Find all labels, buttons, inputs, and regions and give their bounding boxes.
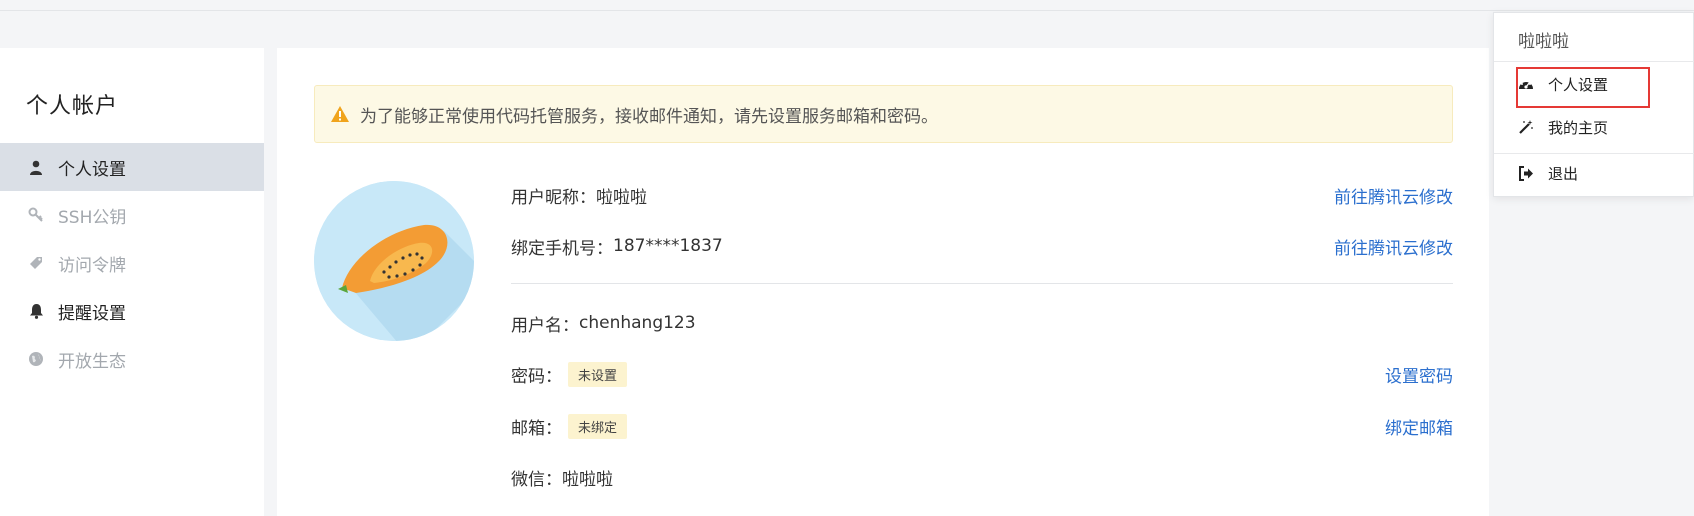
username-value: chenhang123 xyxy=(579,313,696,333)
dropdown-item-label: 我的主页 xyxy=(1548,118,1609,137)
sidebar-title: 个人帐户 xyxy=(26,94,119,119)
username-row: 用户名： chenhang123 xyxy=(511,308,1453,338)
password-row: 密码： 未设置 设置密码 xyxy=(511,359,1453,389)
email-status-badge: 未绑定 xyxy=(568,413,628,439)
top-bar xyxy=(0,0,1694,11)
sidebar-item-label: SSH公钥 xyxy=(58,207,127,228)
user-icon xyxy=(28,159,44,175)
key-icon xyxy=(28,207,44,223)
sidebar-item-label: 开放生态 xyxy=(58,351,126,372)
username-label: 用户名： xyxy=(511,315,579,336)
sidebar-item-notification-settings[interactable]: 提醒设置 xyxy=(0,287,264,335)
bind-email-link[interactable]: 绑定邮箱 xyxy=(1385,414,1453,439)
set-password-link[interactable]: 设置密码 xyxy=(1385,362,1453,387)
sidebar: 个人帐户 个人设置 SSH公钥 访问令牌 提醒设置 开放生态 xyxy=(0,48,264,516)
nickname-row: 用户昵称： 啦啦啦 前往腾讯云修改 xyxy=(511,180,1453,210)
phone-value: 187****1837 xyxy=(613,236,723,256)
email-label: 邮箱： xyxy=(511,418,562,439)
sidebar-item-personal-settings[interactable]: 个人设置 xyxy=(0,143,264,191)
edit-phone-link[interactable]: 前往腾讯云修改 xyxy=(1334,234,1453,259)
sidebar-item-ssh-keys[interactable]: SSH公钥 xyxy=(0,191,264,239)
sidebar-item-label: 个人设置 xyxy=(58,159,126,180)
wechat-row: 微信： 啦啦啦 xyxy=(511,462,1453,492)
dropdown-divider xyxy=(1494,61,1694,62)
wechat-label: 微信： xyxy=(511,469,562,490)
wechat-value: 啦啦啦 xyxy=(562,469,613,490)
dropdown-username: 啦啦啦 xyxy=(1518,32,1569,52)
highlight-annotation-box xyxy=(1516,67,1650,108)
globe-icon xyxy=(28,351,44,367)
sidebar-item-access-tokens[interactable]: 访问令牌 xyxy=(0,239,264,287)
tag-icon xyxy=(28,255,44,271)
avatar[interactable] xyxy=(314,181,474,341)
papaya-avatar xyxy=(314,181,474,341)
warning-icon xyxy=(330,105,350,123)
phone-label: 绑定手机号： xyxy=(511,238,613,259)
dropdown-divider xyxy=(1494,153,1694,154)
bell-icon xyxy=(28,303,44,319)
alert-text: 为了能够正常使用代码托管服务，接收邮件通知，请先设置服务邮箱和密码。 xyxy=(360,106,938,127)
password-status-badge: 未设置 xyxy=(568,361,628,387)
sidebar-item-label: 提醒设置 xyxy=(58,303,126,324)
dropdown-item-label: 退出 xyxy=(1548,164,1579,183)
email-row: 邮箱： 未绑定 绑定邮箱 xyxy=(511,411,1453,441)
warning-alert: 为了能够正常使用代码托管服务，接收邮件通知，请先设置服务邮箱和密码。 xyxy=(314,85,1453,143)
main-panel: 为了能够正常使用代码托管服务，接收邮件通知，请先设置服务邮箱和密码。 用户昵称：… xyxy=(277,48,1489,516)
nickname-label: 用户昵称： xyxy=(511,187,596,208)
phone-row: 绑定手机号： 187****1837 前往腾讯云修改 xyxy=(511,231,1453,261)
edit-nickname-link[interactable]: 前往腾讯云修改 xyxy=(1334,183,1453,208)
password-label: 密码： xyxy=(511,366,562,387)
dropdown-item-my-homepage[interactable]: 我的主页 xyxy=(1518,113,1608,141)
divider xyxy=(511,283,1453,284)
nickname-value: 啦啦啦 xyxy=(596,187,647,208)
sidebar-item-label: 访问令牌 xyxy=(58,255,126,276)
sign-out-icon xyxy=(1518,165,1534,181)
sidebar-item-open-ecosystem[interactable]: 开放生态 xyxy=(0,335,264,383)
dropdown-item-logout[interactable]: 退出 xyxy=(1518,159,1578,187)
magic-wand-icon xyxy=(1518,119,1534,135)
